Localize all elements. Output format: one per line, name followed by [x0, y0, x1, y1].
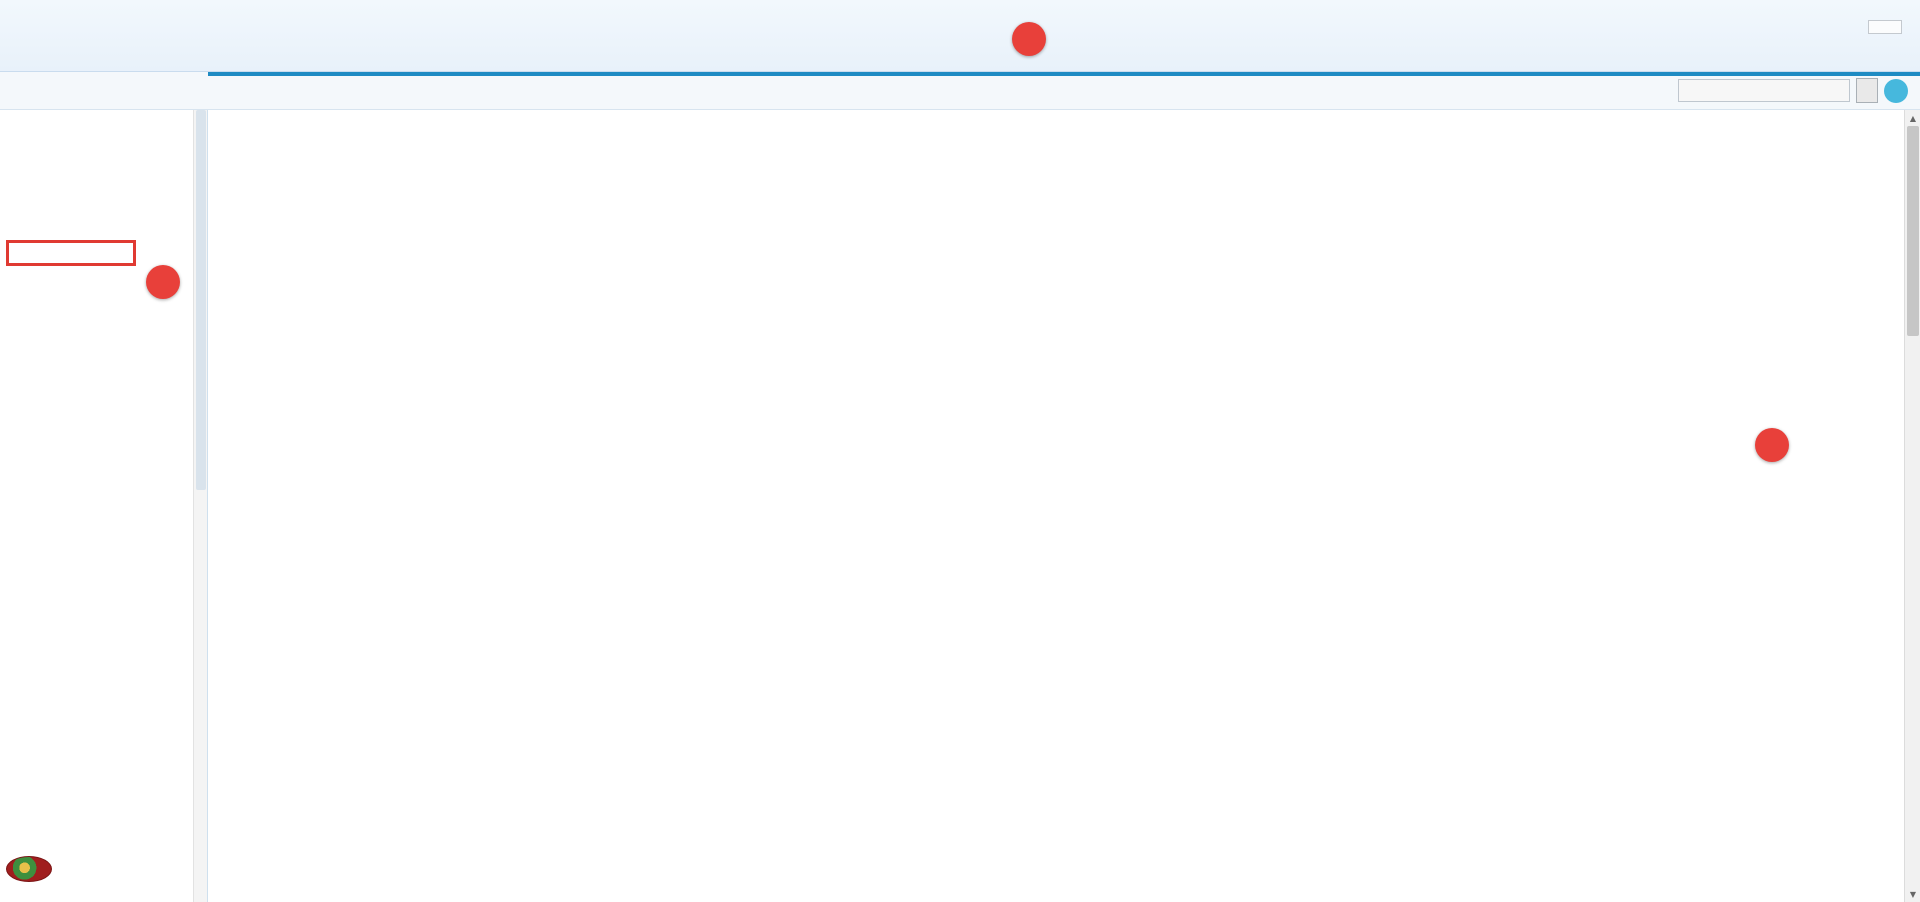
- content-tabs: [208, 110, 1920, 136]
- scroll-down-arrow[interactable]: ▼: [1905, 886, 1920, 902]
- step-badge-1: [1012, 22, 1046, 56]
- sidebar-scrollbar[interactable]: [193, 110, 207, 902]
- search-input[interactable]: [1678, 79, 1850, 102]
- plugin-list: [208, 162, 1904, 902]
- main-scroll-thumb[interactable]: [1907, 126, 1919, 336]
- step-badge-3: [1755, 428, 1789, 462]
- step-badge-2: [146, 265, 180, 299]
- breadcrumb: [215, 82, 221, 100]
- search-button[interactable]: [1856, 78, 1878, 103]
- scroll-up-arrow[interactable]: ▲: [1905, 110, 1920, 126]
- blue-rule: [208, 72, 1920, 76]
- watermark: [0, 856, 207, 898]
- main-scrollbar[interactable]: ▲ ▼: [1904, 110, 1920, 902]
- user-area: [1848, 20, 1902, 34]
- watermark-logo-icon: [6, 856, 52, 882]
- sidebar-scroll-thumb[interactable]: [196, 110, 206, 490]
- main-content: ▲ ▼: [208, 110, 1920, 902]
- home-button[interactable]: [1868, 20, 1902, 34]
- map-button[interactable]: [1884, 78, 1908, 103]
- sub-toolbar: [0, 72, 1920, 110]
- app-header: [0, 0, 1920, 72]
- search-area: [1678, 78, 1908, 103]
- sidebar: [0, 110, 208, 902]
- sidebar-highlight-box: [6, 240, 136, 266]
- page-body: ▲ ▼: [0, 110, 1920, 902]
